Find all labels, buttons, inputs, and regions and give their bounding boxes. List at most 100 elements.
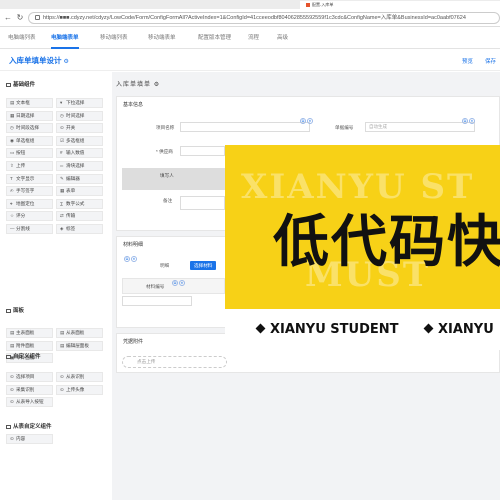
palette-item-label: 开关 bbox=[66, 125, 76, 131]
browser-tab-title: 配置-入库单 bbox=[312, 2, 334, 7]
palette-item[interactable]: ◉ 单选框组 bbox=[6, 135, 53, 146]
palette-item[interactable]: ▾ 下拉选择 bbox=[56, 98, 103, 108]
palette-item[interactable]: ▦ 日期选择 bbox=[6, 110, 53, 121]
upload-area[interactable]: 点击上传 bbox=[122, 356, 227, 368]
delete-icon[interactable]: ✕ bbox=[469, 118, 475, 124]
palette-item[interactable]: ⊙ 开关 bbox=[56, 123, 103, 134]
palette-item[interactable]: ✍ 手写签字 bbox=[6, 186, 53, 197]
palette-item-label: 按钮 bbox=[16, 150, 26, 156]
delete-icon[interactable]: ✕ bbox=[307, 118, 313, 124]
palette-item-label: 附件面板 bbox=[16, 342, 35, 348]
palette-item[interactable]: ◈ 标签 bbox=[56, 224, 103, 234]
palette-group-label: 从表自定义组件 bbox=[13, 424, 52, 430]
tab-version[interactable]: 配置版本管理 bbox=[198, 27, 231, 49]
preview-button[interactable]: 预览 bbox=[462, 57, 473, 65]
palette-group-label: 基础组件 bbox=[13, 82, 36, 88]
palette-item-label: 下拉选择 bbox=[66, 100, 85, 105]
doc-no-placeholder: 自动生成 bbox=[369, 124, 387, 129]
palette-item-label: 评分 bbox=[16, 213, 26, 219]
gear-icon[interactable]: ⚙ bbox=[64, 59, 69, 65]
palette-item[interactable]: ⊙ 内容 bbox=[6, 434, 53, 444]
palette-item[interactable]: ▤ 附件面板 bbox=[6, 340, 53, 351]
remark-input[interactable] bbox=[180, 196, 225, 210]
palette-item-label: 上传头像 bbox=[66, 386, 85, 392]
palette-item[interactable]: ═ 滑块选择 bbox=[56, 161, 103, 171]
palette-item-label: 标签 bbox=[66, 226, 76, 231]
browser-tab[interactable]: 配置-入库单 bbox=[300, 1, 500, 9]
promo-banner: XIANYU ST MUST 低代码快开 XIANYU STUDENT XIAN… bbox=[225, 145, 500, 350]
page-title: 入库单填单设计 ⚙ bbox=[9, 55, 69, 66]
palette-item[interactable]: ▦ 表单 bbox=[56, 186, 103, 197]
select-material-button[interactable]: 选择材料 bbox=[190, 261, 217, 270]
palette-item-label: 选择项目 bbox=[16, 374, 35, 379]
palette-group-label: 面板 bbox=[13, 308, 25, 314]
palette-item[interactable]: T 文字显示 bbox=[6, 173, 53, 184]
copy-icon[interactable]: ⧉ bbox=[462, 118, 468, 124]
palette-item-label: 输入数值 bbox=[66, 150, 85, 156]
palette-item[interactable]: ▤ 主表面板 bbox=[6, 328, 53, 338]
tab-pc-list[interactable]: 电脑端列表 bbox=[8, 27, 36, 49]
palette-item[interactable]: ◷ 时间选择 bbox=[56, 110, 103, 121]
material-detail-heading: 材料明细 bbox=[123, 242, 144, 248]
url-input[interactable]: https://■■■.cdyzy.net/cdyzy/LowCode/Form… bbox=[28, 12, 500, 24]
copy-icon[interactable]: ⧉ bbox=[124, 256, 130, 262]
material-no-cell[interactable] bbox=[122, 296, 192, 306]
palette-item[interactable]: ⌖ 地图定位 bbox=[6, 198, 53, 209]
palette-item-label: 多选框组 bbox=[66, 137, 85, 143]
tab-mobile-form[interactable]: 移动端表单 bbox=[148, 27, 176, 49]
palette-item[interactable]: ⊙ 从表导入按钮 bbox=[6, 397, 53, 408]
detail-tab[interactable]: 明细 bbox=[160, 263, 169, 269]
palette-group-title: 自定义组件 bbox=[6, 352, 41, 360]
delete-icon[interactable]: ✕ bbox=[131, 256, 137, 262]
field-tools-2[interactable]: ⧉ ✕ bbox=[462, 118, 476, 124]
doc-no-input[interactable]: 自动生成 bbox=[365, 122, 475, 132]
field-tools[interactable]: ⧉ ✕ bbox=[300, 118, 314, 124]
palette-item[interactable]: ∑ 数字公式 bbox=[56, 198, 103, 209]
folder-icon bbox=[6, 424, 11, 429]
tab-advanced[interactable]: 高级 bbox=[277, 27, 288, 49]
detail-tools[interactable]: ⧉ ✕ bbox=[124, 256, 138, 262]
palette-item[interactable]: ☑ 多选框组 bbox=[56, 135, 103, 146]
brand-right: XIANYU bbox=[423, 322, 494, 337]
palette-item[interactable]: ▤ 文本框 bbox=[6, 98, 53, 108]
palette-item[interactable]: ⇄ 传输 bbox=[56, 211, 103, 222]
page-title-text: 入库单填单设计 bbox=[9, 56, 62, 65]
reload-icon[interactable]: ↻ bbox=[15, 13, 25, 23]
remark-label: 备注 bbox=[163, 198, 173, 203]
settings-icon[interactable]: ⚙ bbox=[154, 82, 160, 88]
tab-flow[interactable]: 流程 bbox=[248, 27, 259, 49]
palette-item[interactable]: ▤ 从表面板 bbox=[56, 328, 103, 338]
palette-item[interactable]: ⊙ 从表识别 bbox=[56, 372, 103, 382]
palette-item[interactable]: # 输入数值 bbox=[56, 148, 103, 159]
palette-item[interactable]: ⊙ 选择项目 bbox=[6, 372, 53, 382]
palette-item[interactable]: — 分割线 bbox=[6, 224, 53, 234]
folder-icon bbox=[6, 82, 11, 87]
palette-item[interactable]: ◷ 时间段选择 bbox=[6, 123, 53, 134]
address-bar-row: ← ↻ https://■■■.cdyzy.net/cdyzy/LowCode/… bbox=[0, 9, 500, 27]
delete-icon[interactable]: ✕ bbox=[179, 280, 185, 286]
palette-item[interactable]: ⇧ 上传 bbox=[6, 161, 53, 171]
palette-item[interactable]: ▤ 编辑层面板 bbox=[56, 340, 103, 351]
supplier-input[interactable] bbox=[180, 146, 225, 156]
palette-item-label: 时间段选择 bbox=[16, 125, 39, 131]
tab-pc-form[interactable]: 电脑端表单 bbox=[51, 27, 79, 49]
browser-tabstrip: 配置-入库单 bbox=[0, 0, 500, 9]
project-name-label: 项目名称 bbox=[156, 125, 175, 130]
handler-row[interactable] bbox=[122, 168, 225, 190]
doc-no-label: 单据编号 bbox=[335, 125, 354, 130]
palette-item[interactable]: ⊙ 上传头像 bbox=[56, 384, 103, 395]
copy-icon[interactable]: ⧉ bbox=[300, 118, 306, 124]
column-tools[interactable]: ⧉ ✕ bbox=[172, 280, 186, 286]
back-icon[interactable]: ← bbox=[3, 13, 13, 23]
palette-item[interactable]: ✎ 编辑器 bbox=[56, 173, 103, 184]
banner-headline: 低代码快开 bbox=[273, 210, 500, 275]
palette-item[interactable]: ▭ 按钮 bbox=[6, 148, 53, 159]
project-name-input[interactable] bbox=[180, 122, 310, 132]
palette-item-label: 单选框组 bbox=[16, 137, 35, 143]
palette-item[interactable]: ☆ 评分 bbox=[6, 211, 53, 222]
tab-mobile-list[interactable]: 移动端列表 bbox=[100, 27, 128, 49]
palette-item[interactable]: ⊙ 采集识别 bbox=[6, 384, 53, 395]
column-material-no: 材料编号 bbox=[146, 284, 165, 289]
copy-icon[interactable]: ⧉ bbox=[172, 280, 178, 286]
save-button[interactable]: 保存 bbox=[485, 57, 496, 65]
